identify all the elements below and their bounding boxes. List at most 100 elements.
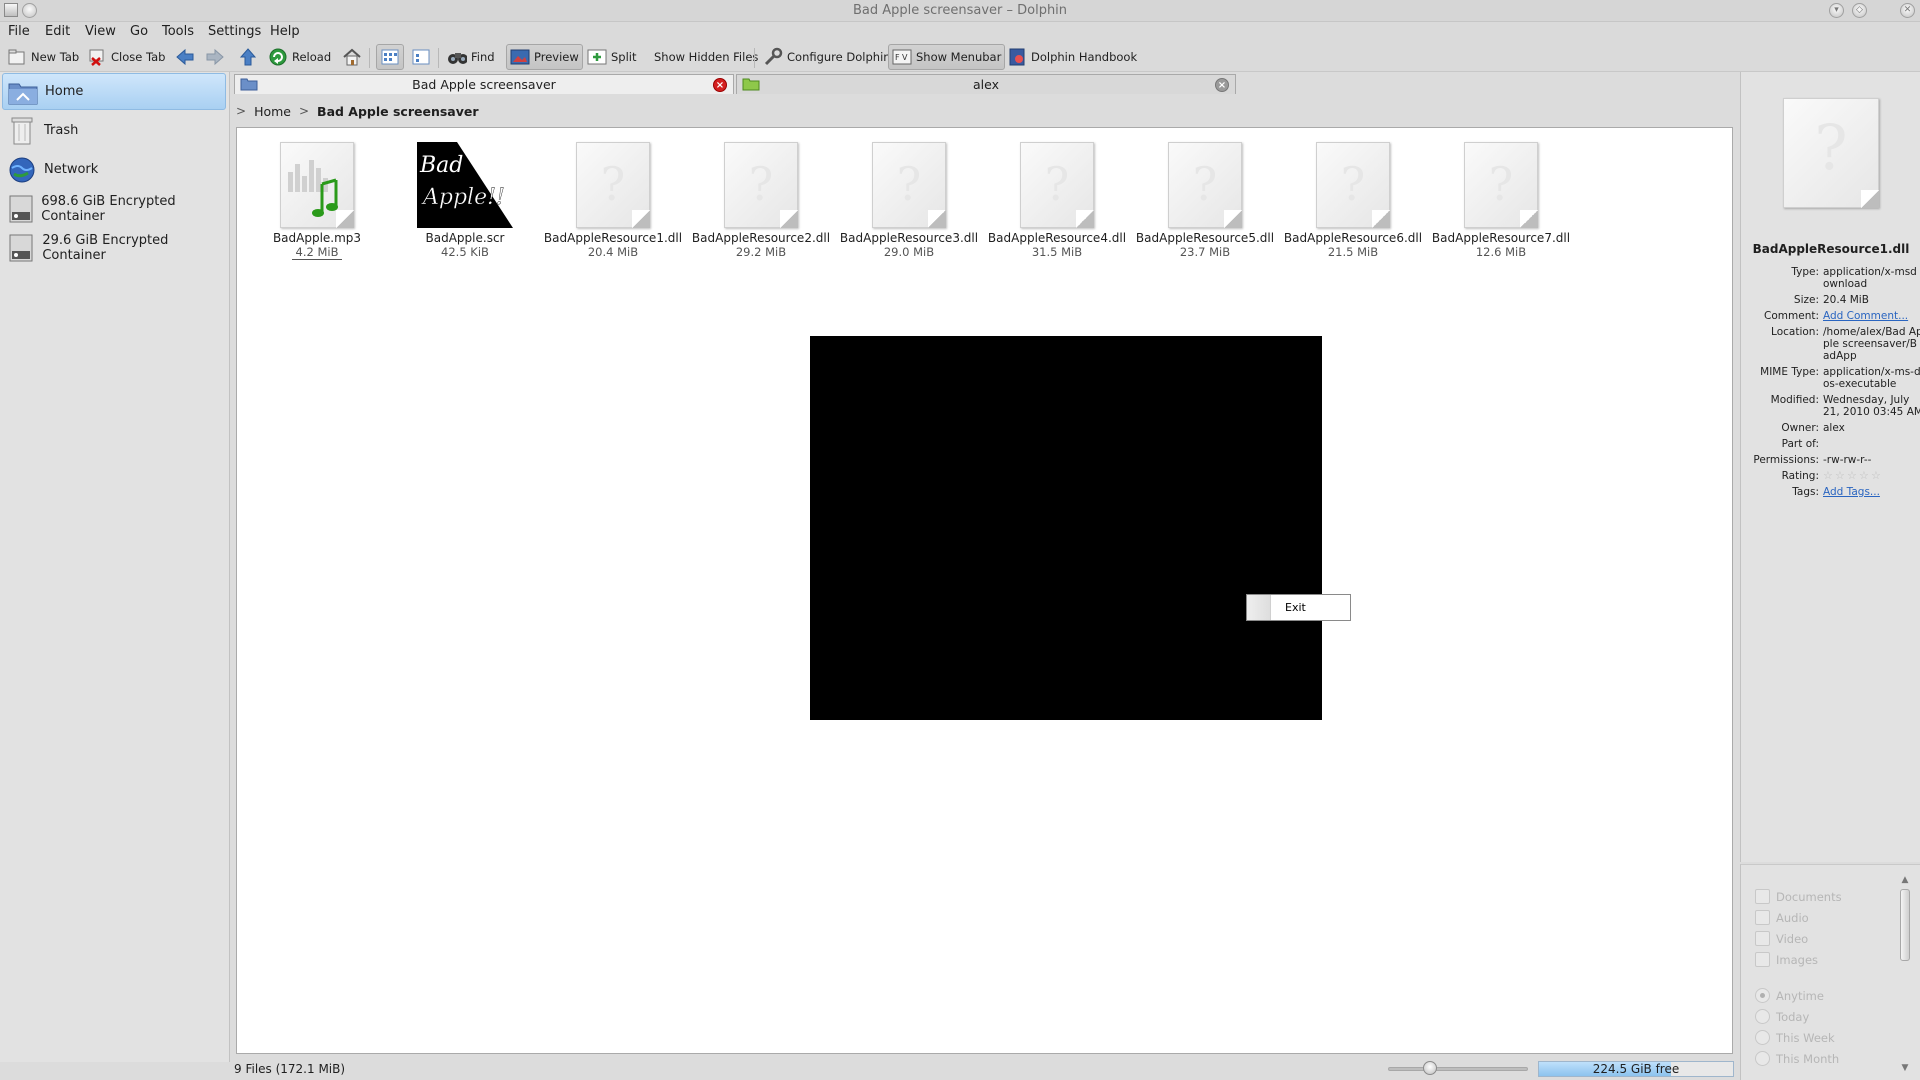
file-item[interactable]: Bad Apple!! BadApple.scr 42.5 KiB xyxy=(395,142,535,259)
back-button[interactable] xyxy=(172,44,202,70)
checkbox[interactable] xyxy=(1755,910,1770,925)
menu-settings[interactable]: Settings xyxy=(208,24,261,39)
menu-help[interactable]: Help xyxy=(270,24,300,39)
place-network[interactable]: Network xyxy=(2,151,226,188)
breadcrumb-current[interactable]: Bad Apple screensaver xyxy=(317,104,478,119)
forward-button[interactable] xyxy=(202,44,232,70)
dolphin-handbook-button[interactable]: Dolphin Handbook xyxy=(1004,44,1140,70)
radio-button[interactable] xyxy=(1755,1051,1770,1066)
file-size: 4.2 MiB xyxy=(291,245,343,260)
folder-icon xyxy=(742,77,760,94)
menu-go[interactable]: Go xyxy=(130,24,148,39)
tab-alex[interactable]: alex × xyxy=(736,74,1236,94)
file-item[interactable]: ? BadAppleResource5.dll 23.7 MiB xyxy=(1135,142,1275,259)
menu-edit[interactable]: Edit xyxy=(45,24,70,39)
breadcrumb-home[interactable]: Home xyxy=(254,104,291,119)
file-size: 21.5 MiB xyxy=(1327,245,1379,259)
file-size: 12.6 MiB xyxy=(1475,245,1527,259)
close-tab-icon[interactable]: × xyxy=(1215,78,1229,92)
breadcrumb-root-chevron-icon[interactable]: > xyxy=(236,104,246,118)
file-item[interactable]: ? BadAppleResource7.dll 12.6 MiB xyxy=(1431,142,1571,259)
filter-this-month[interactable]: This Month xyxy=(1755,1051,1839,1066)
dolphin-handbook-label: Dolphin Handbook xyxy=(1031,50,1138,64)
home-button[interactable] xyxy=(339,44,369,70)
file-item[interactable]: ? BadAppleResource1.dll 20.4 MiB xyxy=(543,142,683,259)
radio-button[interactable] xyxy=(1755,1009,1770,1024)
checkbox[interactable] xyxy=(1755,952,1770,967)
preview-button[interactable]: Preview xyxy=(506,44,583,70)
file-name: BadAppleResource3.dll xyxy=(839,231,979,245)
filter-label: Today xyxy=(1776,1009,1810,1024)
breadcrumb-chevron-icon[interactable]: > xyxy=(299,104,309,118)
filter-documents[interactable]: Documents xyxy=(1755,889,1842,904)
checkbox[interactable] xyxy=(1755,931,1770,946)
place-trash[interactable]: Trash xyxy=(2,112,226,149)
star-icon[interactable]: ☆ xyxy=(1859,470,1870,481)
configure-dolphin-button[interactable]: Configure Dolphin xyxy=(760,44,894,70)
new-tab-label: New Tab xyxy=(31,50,80,64)
place-encrypted-container-1[interactable]: 698.6 GiB Encrypted Container xyxy=(2,190,226,227)
filter-images[interactable]: Images xyxy=(1755,952,1818,967)
radio-button[interactable] xyxy=(1755,988,1770,1003)
scrollbar-thumb[interactable] xyxy=(1900,889,1910,961)
info-key: Modified: xyxy=(1770,394,1819,406)
scroll-up-icon[interactable]: ▲ xyxy=(1899,875,1911,885)
tab-bad-apple-screensaver[interactable]: Bad Apple screensaver × xyxy=(234,74,734,94)
details-view-button[interactable] xyxy=(408,44,434,70)
filter-audio[interactable]: Audio xyxy=(1755,910,1809,925)
star-icon[interactable]: ☆ xyxy=(1871,470,1882,481)
info-key: Part of: xyxy=(1781,438,1819,450)
menu-gutter xyxy=(1247,595,1271,620)
star-icon[interactable]: ☆ xyxy=(1847,470,1858,481)
icons-view-button[interactable] xyxy=(376,44,404,70)
radio-button[interactable] xyxy=(1755,1030,1770,1045)
checkbox[interactable] xyxy=(1755,889,1770,904)
file-item[interactable]: ? BadAppleResource6.dll 21.5 MiB xyxy=(1283,142,1423,259)
file-item[interactable]: ? BadAppleResource3.dll 29.0 MiB xyxy=(839,142,979,259)
filter-video[interactable]: Video xyxy=(1755,931,1808,946)
window-title: Bad Apple screensaver – Dolphin xyxy=(852,3,1068,18)
filter-today[interactable]: Today xyxy=(1755,1009,1809,1024)
zoom-slider-handle[interactable] xyxy=(1423,1061,1437,1075)
filter-this-week[interactable]: This Week xyxy=(1755,1030,1835,1045)
up-button[interactable] xyxy=(235,44,265,70)
scroll-down-icon[interactable]: ▼ xyxy=(1899,1063,1911,1073)
add-tags-link[interactable]: Add Tags... xyxy=(1823,486,1920,498)
places-panel: Home Trash Network 698.6 GiB Encrypted C… xyxy=(0,72,230,1062)
star-icon[interactable]: ☆ xyxy=(1835,470,1846,481)
menu-view[interactable]: View xyxy=(85,24,116,39)
menu-file[interactable]: File xyxy=(8,24,30,39)
split-button[interactable]: Split xyxy=(584,44,640,70)
svg-text:V: V xyxy=(902,53,908,62)
maximize-icon[interactable]: ◇ xyxy=(1852,3,1867,18)
menu-tools[interactable]: Tools xyxy=(162,24,194,39)
add-comment-link[interactable]: Add Comment... xyxy=(1823,310,1920,322)
file-item[interactable]: ? BadAppleResource2.dll 29.2 MiB xyxy=(691,142,831,259)
new-tab-button[interactable]: New Tab xyxy=(4,44,82,70)
close-tab-button[interactable]: Close Tab xyxy=(84,44,168,70)
rating-stars[interactable]: ☆ ☆ ☆ ☆ ☆ xyxy=(1823,470,1920,481)
reload-button[interactable]: Reload xyxy=(265,44,334,70)
file-name: BadAppleResource2.dll xyxy=(691,231,831,245)
info-key: Location: xyxy=(1771,326,1819,338)
configure-dolphin-label: Configure Dolphin xyxy=(787,50,891,64)
minimize-icon[interactable]: ▾ xyxy=(1829,3,1844,18)
free-space-bar[interactable]: 224.5 GiB free xyxy=(1538,1061,1734,1077)
file-item[interactable]: BadApple.mp3 4.2 MiB xyxy=(247,142,387,260)
close-window-icon[interactable]: ✕ xyxy=(1900,3,1915,18)
show-hidden-files-button[interactable]: Show Hidden Files xyxy=(651,44,761,70)
star-icon[interactable]: ☆ xyxy=(1823,470,1834,481)
exit-menu-item[interactable]: Exit xyxy=(1285,601,1306,614)
filter-anytime[interactable]: Anytime xyxy=(1755,988,1824,1003)
wrench-icon xyxy=(763,47,783,67)
screensaver-window[interactable] xyxy=(810,336,1322,720)
zoom-slider-track[interactable] xyxy=(1388,1067,1528,1071)
place-encrypted-container-2[interactable]: 29.6 GiB Encrypted Container xyxy=(2,229,226,266)
find-button[interactable]: Find xyxy=(444,44,498,70)
filter-scrollbar[interactable]: ▲ ▼ xyxy=(1899,875,1911,1073)
file-item[interactable]: ? BadAppleResource4.dll 31.5 MiB xyxy=(987,142,1127,259)
status-bar: 9 Files (172.1 MiB) 224.5 GiB free xyxy=(234,1058,1734,1080)
place-home[interactable]: Home xyxy=(2,73,226,110)
show-menubar-button[interactable]: FV Show Menubar xyxy=(888,44,1006,70)
close-tab-icon[interactable]: × xyxy=(713,78,727,92)
